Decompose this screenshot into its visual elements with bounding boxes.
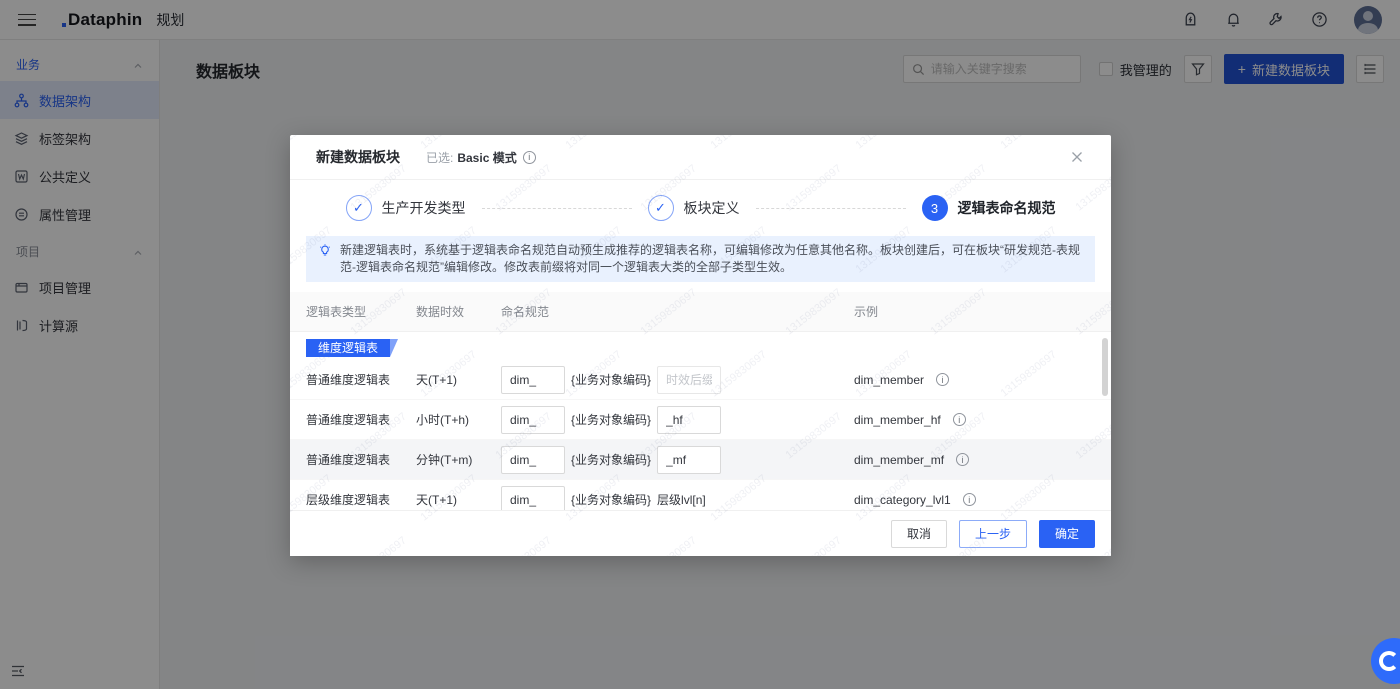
step-connector xyxy=(481,207,632,209)
step-connector xyxy=(755,207,906,209)
suffix-input[interactable] xyxy=(657,445,722,474)
modal-footer: 取消 上一步 确定 xyxy=(290,510,1111,556)
example-value: dim_member_mf xyxy=(854,452,945,467)
example-value: dim_category_lvl1 xyxy=(854,492,951,507)
notice-text: 新建逻辑表时，系统基于逻辑表命名规范自动预生成推荐的逻辑表名称，可编辑修改为任意… xyxy=(340,243,1080,274)
cancel-button[interactable]: 取消 xyxy=(890,519,947,548)
selected-mode-value: Basic 模式 xyxy=(457,150,517,165)
prefix-input[interactable] xyxy=(501,365,565,394)
step-logical-table-naming: 3 逻辑表命名规范 xyxy=(921,195,1056,221)
info-icon[interactable] xyxy=(956,453,970,466)
table-header: 逻辑表类型 数据时效 命名规范 示例 xyxy=(290,292,1111,332)
example-value: dim_member_hf xyxy=(854,412,941,427)
vertical-scrollbar[interactable] xyxy=(1102,338,1108,396)
table-row: 普通维度逻辑表 分钟(T+m) {业务对象编码} dim_member_mf xyxy=(290,440,1111,480)
table-row: 普通维度逻辑表 小时(T+h) {业务对象编码} dim_member_hf xyxy=(290,400,1111,440)
info-icon[interactable] xyxy=(952,413,966,426)
table-row: 普通维度逻辑表 天(T+1) {业务对象编码} dim_member xyxy=(290,360,1111,400)
info-icon[interactable] xyxy=(962,493,976,506)
screen: Dataphin 规划 业务 数据架构 标签架构 公共定义 属性管理 项目 项目… xyxy=(0,0,1400,689)
modal-title: 新建数据板块 xyxy=(316,149,400,165)
table-row: 层级维度逻辑表 天(T+1) {业务对象编码} 层级lvl[n] dim_cat… xyxy=(290,480,1111,511)
close-icon[interactable] xyxy=(1069,149,1085,165)
previous-step-button[interactable]: 上一步 xyxy=(958,519,1027,548)
step-check-icon xyxy=(647,195,674,221)
create-data-block-modal: 13159830697 13159830697 13159830697 1315983… xyxy=(290,135,1111,556)
prefix-input[interactable] xyxy=(501,405,565,434)
step-wizard: 生产开发类型 板块定义 3 逻辑表命名规范 xyxy=(290,180,1111,236)
step-block-definition[interactable]: 板块定义 xyxy=(647,195,740,221)
dimension-group-tag: 维度逻辑表 xyxy=(306,339,399,357)
info-icon[interactable] xyxy=(522,150,536,164)
info-icon[interactable] xyxy=(936,373,950,386)
example-value: dim_member xyxy=(854,372,925,387)
group-tag-row: 维度逻辑表 xyxy=(290,332,1111,360)
prefix-input[interactable] xyxy=(501,445,565,474)
suffix-input[interactable] xyxy=(657,405,722,434)
suffix-input xyxy=(657,365,722,394)
step-number: 3 xyxy=(921,195,948,221)
notice-banner: 新建逻辑表时，系统基于逻辑表命名规范自动预生成推荐的逻辑表名称，可编辑修改为任意… xyxy=(306,236,1095,282)
table-scroll-area: 维度逻辑表 普通维度逻辑表 天(T+1) {业务对象编码} dim_member… xyxy=(290,332,1111,511)
step-check-icon xyxy=(345,195,372,221)
modal-header: 新建数据板块 已选: Basic 模式 xyxy=(290,135,1111,180)
prefix-input[interactable] xyxy=(501,485,565,511)
tip-bulb-icon xyxy=(318,244,332,258)
step-production-dev-type[interactable]: 生产开发类型 xyxy=(345,195,466,221)
confirm-button[interactable]: 确定 xyxy=(1038,519,1095,548)
selected-mode-label: 已选: xyxy=(426,150,454,165)
